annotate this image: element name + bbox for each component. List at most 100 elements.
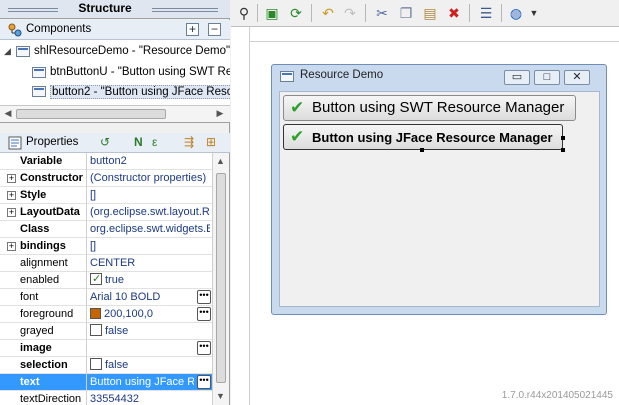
minimize-button[interactable]: ▭	[504, 70, 530, 85]
checkmark-icon: ✔	[290, 127, 305, 146]
tree-item-shell[interactable]: ◢ shlResourceDemo - "Resource Demo"	[0, 43, 230, 61]
prop-row-alignment[interactable]: alignment CENTER	[0, 255, 212, 272]
scroll-up-icon[interactable]: ▲	[216, 156, 225, 166]
properties-menu-icon[interactable]: ⊞	[206, 135, 216, 149]
refresh-icon[interactable]: ⟳	[287, 4, 305, 22]
prop-row-style[interactable]: + Style []	[0, 187, 212, 204]
test-gui-icon[interactable]: ⚲	[235, 4, 253, 22]
prop-row-selection[interactable]: selection false	[0, 357, 212, 374]
toolbar-separator	[501, 4, 502, 22]
prop-value[interactable]: CENTER	[90, 255, 210, 272]
scroll-thumb[interactable]	[216, 173, 226, 383]
prop-key: selection	[0, 357, 87, 374]
prop-value-cell[interactable]: false	[90, 357, 210, 374]
maximize-button[interactable]: □	[534, 70, 560, 85]
tree-item-label: btnButtonU - "Button using SWT Resource …	[50, 66, 230, 78]
tree-toggle-icon[interactable]: ◢	[4, 46, 14, 57]
toolbar-separator	[365, 4, 366, 22]
show-advanced-icon[interactable]: ε	[152, 135, 157, 149]
resize-handle-bottom[interactable]	[420, 148, 424, 152]
window-client-area[interactable]: ✔ Button using SWT Resource Manager ✔ Bu…	[279, 91, 600, 307]
prop-value: false	[105, 325, 129, 337]
prop-value[interactable]: (org.eclipse.swt.layout.RowData)	[90, 204, 210, 221]
globe-icon[interactable]: ◍	[507, 4, 525, 22]
prop-key: LayoutData	[0, 204, 87, 221]
prop-value-cell[interactable]: 200,100,0	[90, 306, 210, 323]
tree-item-button2[interactable]: button2 - "Button using JFace Resource M…	[0, 83, 230, 101]
delete-icon[interactable]: ✖	[445, 4, 463, 22]
font-browse-button[interactable]: •••	[197, 290, 211, 304]
prop-row-font[interactable]: font Arial 10 BOLD •••	[0, 289, 212, 306]
tree-item-button1[interactable]: btnButtonU - "Button using SWT Resource …	[0, 64, 230, 82]
collapse-all-button[interactable]: −	[208, 23, 221, 36]
image-browse-button[interactable]: •••	[197, 341, 211, 355]
expand-all-button[interactable]: +	[186, 23, 199, 36]
prop-row-text[interactable]: text Button using JFace Resource Manager…	[0, 374, 212, 391]
prop-row-class[interactable]: Class org.eclipse.swt.widgets.Button	[0, 221, 212, 238]
convert-local-icon[interactable]: ⇶	[184, 135, 194, 149]
resize-handle-bottom-right[interactable]	[561, 148, 565, 152]
tree-horizontal-scrollbar[interactable]: ◀ ▶	[0, 106, 230, 123]
redo-icon[interactable]: ↷	[341, 4, 359, 22]
prop-row-constructor[interactable]: + Constructor (Constructor properties)	[0, 170, 212, 187]
scroll-down-icon[interactable]: ▼	[216, 391, 225, 401]
selection-checkbox[interactable]	[90, 358, 102, 371]
prop-value[interactable]	[90, 340, 210, 357]
paste-icon[interactable]: ▤	[421, 4, 439, 22]
grayed-checkbox[interactable]	[90, 324, 102, 337]
prop-value[interactable]: (Constructor properties)	[90, 170, 210, 187]
button-label: Button using JFace Resource Manager	[312, 130, 553, 145]
text-browse-button[interactable]: •••	[197, 375, 211, 389]
prop-key: Class	[0, 221, 87, 238]
prop-value[interactable]: []	[90, 187, 210, 204]
prop-row-foreground[interactable]: foreground 200,100,0 •••	[0, 306, 212, 323]
goto-definition-icon[interactable]: N	[134, 135, 143, 149]
prop-row-grayed[interactable]: grayed false	[0, 323, 212, 340]
prop-value[interactable]: Arial 10 BOLD	[90, 289, 210, 306]
prop-row-bindings[interactable]: + bindings []	[0, 238, 212, 255]
prop-row-image[interactable]: image •••	[0, 340, 212, 357]
prop-value-cell[interactable]: true	[90, 272, 210, 289]
properties-header: Properties ↺ N ε ⇶ ⊞	[0, 133, 230, 153]
properties-table[interactable]: Variable button2 + Constructor (Construc…	[0, 153, 212, 405]
prop-value[interactable]: []	[90, 238, 210, 255]
close-button[interactable]: ✕	[564, 70, 590, 85]
prop-key: image	[0, 340, 87, 357]
cut-icon[interactable]: ✂	[373, 4, 391, 22]
chevron-down-icon[interactable]: ▼	[525, 4, 543, 22]
jface-resource-button[interactable]: ✔ Button using JFace Resource Manager	[283, 124, 563, 150]
prop-key: Style	[0, 187, 87, 204]
prop-row-variable[interactable]: Variable button2	[0, 153, 212, 170]
components-header: Components + −	[0, 20, 230, 40]
copy-icon[interactable]: ❐	[397, 4, 415, 22]
scroll-thumb[interactable]	[16, 109, 166, 119]
prop-row-textdirection[interactable]: textDirection 33554432	[0, 391, 212, 405]
enabled-checkbox[interactable]	[90, 272, 102, 287]
prop-value[interactable]: org.eclipse.swt.widgets.Button	[90, 221, 210, 238]
prop-row-layoutdata[interactable]: + LayoutData (org.eclipse.swt.layout.Row…	[0, 204, 212, 221]
prop-value[interactable]: 33554432	[90, 391, 210, 405]
resource-demo-window[interactable]: Resource Demo ▭ □ ✕ ✔ Button using SWT R…	[271, 64, 607, 315]
prop-key: Constructor	[0, 170, 87, 187]
prop-key: grayed	[0, 323, 87, 340]
show-events-icon[interactable]: ↺	[100, 135, 110, 149]
design-toolbar: ⚲ ▣ ⟳ ↶ ↷ ✂ ❐ ▤ ✖ ☰ ◍ ▼	[231, 0, 619, 27]
prop-row-enabled[interactable]: enabled true	[0, 272, 212, 289]
undo-icon[interactable]: ↶	[319, 4, 337, 22]
design-canvas[interactable]: Resource Demo ▭ □ ✕ ✔ Button using SWT R…	[231, 27, 619, 405]
scroll-left-icon[interactable]: ◀	[2, 108, 14, 119]
components-tree[interactable]: ◢ shlResourceDemo - "Resource Demo" btnB…	[0, 40, 230, 106]
swt-resource-button[interactable]: ✔ Button using SWT Resource Manager	[283, 95, 576, 121]
button-icon	[32, 86, 46, 97]
window-title: Resource Demo	[300, 69, 384, 81]
resize-handle-right[interactable]	[561, 136, 565, 140]
prop-value[interactable]: button2	[90, 153, 210, 170]
prop-value-cell[interactable]: false	[90, 323, 210, 340]
toolbar-separator	[311, 4, 312, 22]
preview-icon[interactable]: ▣	[263, 4, 281, 22]
properties-vertical-scrollbar[interactable]: ▲ ▼	[212, 153, 229, 405]
prop-value[interactable]: Button using JFace Resource Manager	[90, 374, 194, 391]
tab-order-icon[interactable]: ☰	[477, 4, 495, 22]
color-browse-button[interactable]: •••	[197, 307, 211, 321]
scroll-right-icon[interactable]: ▶	[214, 108, 226, 119]
